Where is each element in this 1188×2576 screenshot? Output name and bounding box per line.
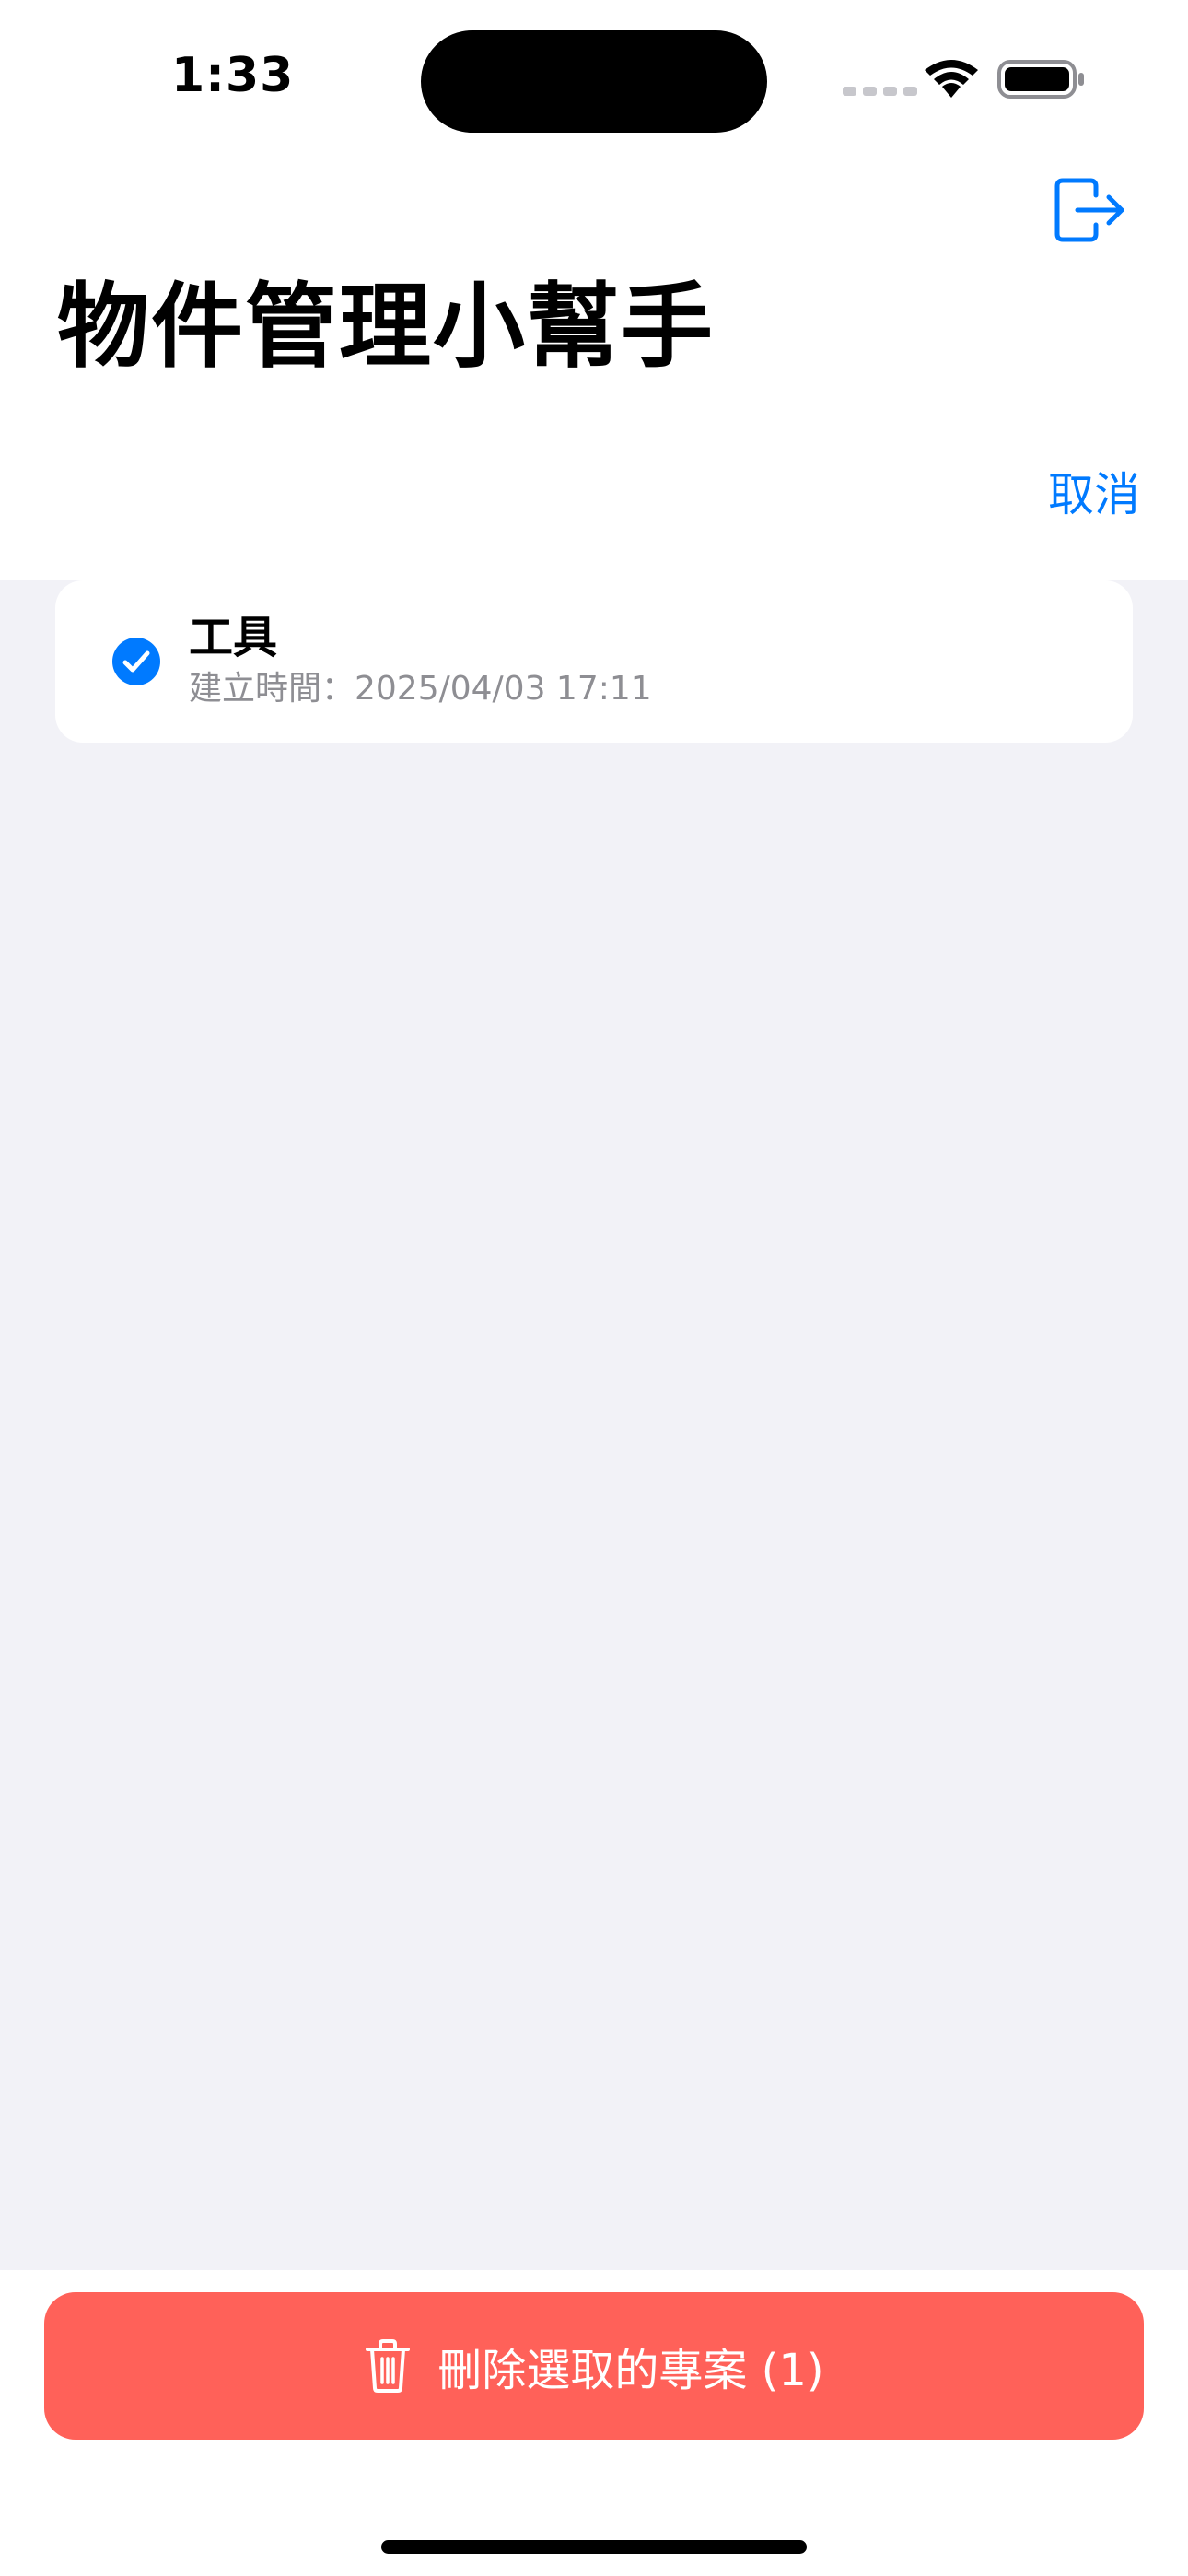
item-created-time: 建立時間：2025/04/03 17:11 [189,670,652,708]
delete-selected-label: 刪除選取的專案 (1) [437,2345,824,2396]
cellular-signal-icon [843,87,917,96]
battery-icon [997,60,1084,99]
status-time: 1:33 [171,48,295,103]
trash-icon [366,2339,411,2393]
footer: 刪除選取的專案 (1) [0,2270,1188,2576]
delete-selected-button[interactable]: 刪除選取的專案 (1) [44,2292,1144,2440]
wifi-icon [925,60,978,98]
dynamic-island [421,30,767,133]
item-title: 工具 [189,612,278,663]
page-title: 物件管理小幫手 [57,273,715,381]
header: 1:33 物件管理小幫手 取消 [0,0,1188,580]
list-item[interactable]: 工具 建立時間：2025/04/03 17:11 [55,580,1133,743]
cancel-button[interactable]: 取消 [1048,458,1140,524]
home-indicator [381,2540,807,2554]
logout-button[interactable] [1050,173,1127,247]
checkmark-circle-icon[interactable] [112,638,160,685]
